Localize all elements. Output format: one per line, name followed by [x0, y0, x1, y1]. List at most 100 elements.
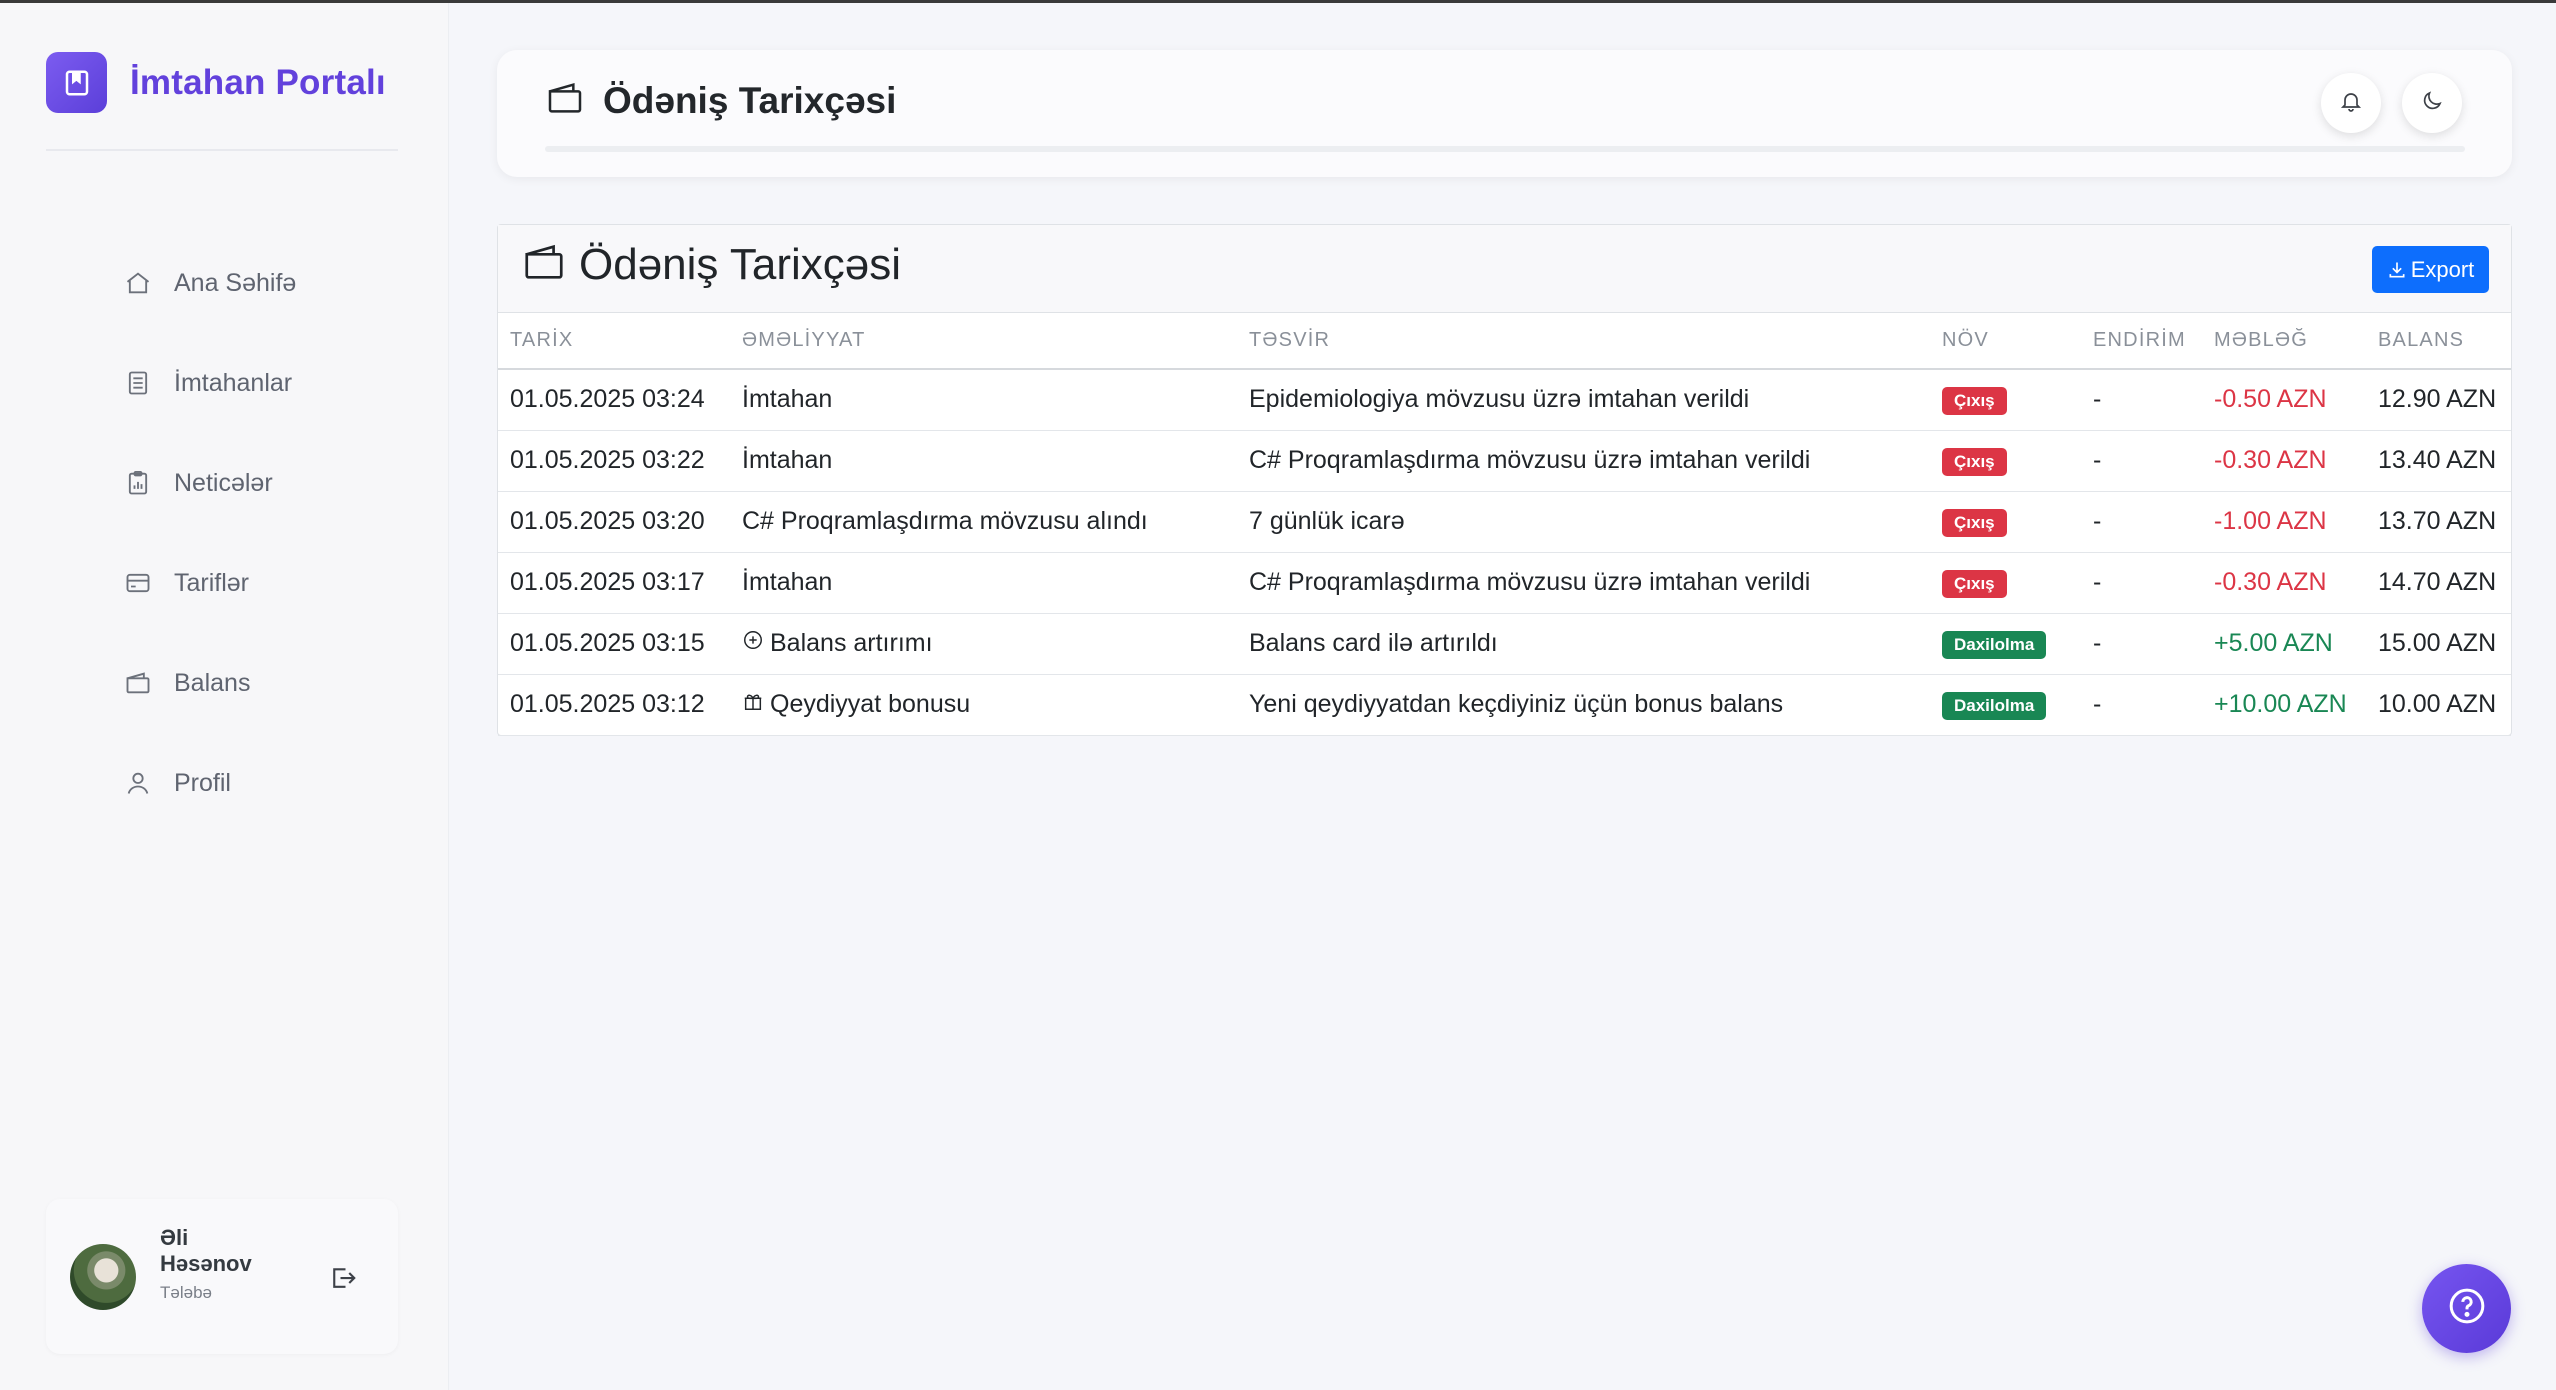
cell-discount: - [2081, 674, 2202, 736]
cell-type: Çıxış [1930, 491, 2081, 553]
cell-description: 7 günlük icarə [1237, 491, 1930, 553]
user-icon [120, 765, 156, 801]
table-row[interactable]: 01.05.2025 03:12 Qeydiyyat bonusu Yeni q… [498, 674, 2511, 736]
cell-balance: 12.90 AZN [2366, 369, 2511, 431]
sidebar-item-label: İmtahanlar [174, 368, 293, 397]
cell-balance: 10.00 AZN [2366, 674, 2511, 736]
sidebar-item-balance[interactable]: Balans [120, 633, 420, 733]
operation-label: Qeydiyyat bonusu [770, 690, 971, 718]
table-row[interactable]: 01.05.2025 03:20 C# Proqramlaşdırma mövz… [498, 491, 2511, 553]
cell-discount: - [2081, 491, 2202, 553]
sidebar: İmtahan Portalı Ana Səhifə İmtahanlar Ne… [0, 3, 449, 1390]
operation-label: İmtahan [742, 385, 833, 414]
cell-amount: +5.00 AZN [2202, 613, 2366, 675]
user-card: Əli Həsənov Tələbə [46, 1199, 398, 1354]
sidebar-item-tariffs[interactable]: Tariflər [120, 533, 420, 633]
cell-date: 01.05.2025 03:12 [498, 674, 730, 736]
cell-description: Epidemiologiya mövzusu üzrə imtahan veri… [1237, 369, 1930, 431]
document-list-icon [120, 365, 156, 401]
cell-amount: -0.50 AZN [2202, 369, 2366, 431]
page-title-group: Ödəniş Tarixçəsi [545, 78, 896, 123]
payment-history-card: Ödəniş Tarixçəsi Export TARİX ƏMƏLİYYAT … [497, 224, 2512, 736]
cell-operation: C# Proqramlaşdırma mövzusu alındı [730, 491, 1237, 553]
plus-circle-icon [742, 629, 770, 658]
type-badge: Daxilolma [1942, 692, 2047, 720]
cell-operation: Balans artırımı [730, 613, 1237, 675]
cell-date: 01.05.2025 03:15 [498, 613, 730, 675]
notifications-button[interactable] [2321, 73, 2381, 133]
type-badge: Çıxış [1942, 387, 2007, 416]
download-icon [2389, 262, 2405, 277]
cell-type: Daxilolma [1930, 613, 2081, 675]
sidebar-item-label: Ana Səhifə [174, 268, 297, 297]
operation-label: Balans artırımı [770, 629, 933, 657]
cell-discount: - [2081, 613, 2202, 675]
wallet-icon [545, 78, 585, 123]
home-icon [120, 265, 156, 301]
app-title: İmtahan Portalı [130, 62, 386, 102]
cell-discount: - [2081, 430, 2202, 492]
cell-amount: -0.30 AZN [2202, 552, 2366, 614]
cell-type: Çıxış [1930, 430, 2081, 492]
sidebar-item-label: Neticələr [174, 468, 273, 497]
sidebar-item-results[interactable]: Neticələr [120, 433, 420, 533]
clipboard-chart-icon [120, 465, 156, 501]
card-title: Ödəniş Tarixçəsi [579, 239, 901, 289]
type-badge: Çıxış [1942, 448, 2007, 476]
column-header-amount[interactable]: MƏBLƏĞ [2202, 313, 2366, 370]
cell-type: Daxilolma [1930, 674, 2081, 736]
cell-date: 01.05.2025 03:24 [498, 369, 730, 431]
column-header-description[interactable]: TƏSVİR [1237, 313, 1930, 370]
theme-toggle-button[interactable] [2402, 73, 2462, 133]
table-row[interactable]: 01.05.2025 03:22 İmtahan C# Proqramlaşdı… [498, 430, 2511, 492]
table-row[interactable]: 01.05.2025 03:24 İmtahan Epidemiologiya … [498, 369, 2511, 431]
question-circle-icon [2447, 1286, 2487, 1331]
table-row[interactable]: 01.05.2025 03:15 Balans artırımı Balans … [498, 613, 2511, 675]
avatar[interactable] [70, 1244, 136, 1310]
help-button[interactable] [2422, 1264, 2511, 1353]
cell-amount: -1.00 AZN [2202, 491, 2366, 553]
cell-type: Çıxış [1930, 552, 2081, 614]
divider [46, 149, 398, 151]
cell-date: 01.05.2025 03:17 [498, 552, 730, 614]
bell-icon [2339, 89, 2363, 118]
card-header: Ödəniş Tarixçəsi Export [498, 225, 2511, 313]
sidebar-item-label: Balans [174, 668, 251, 697]
column-header-type[interactable]: NÖV [1930, 313, 2081, 370]
column-header-discount[interactable]: ENDİRİM [2081, 313, 2202, 370]
cell-balance: 13.40 AZN [2366, 430, 2511, 492]
card-title-group: Ödəniş Tarixçəsi [521, 239, 901, 290]
payment-table: TARİX ƏMƏLİYYAT TƏSVİR NÖV ENDİRİM MƏBLƏ… [498, 313, 2511, 736]
export-button[interactable]: Export [2372, 246, 2489, 293]
logout-icon[interactable] [328, 1263, 358, 1293]
cell-amount: +10.00 AZN [2202, 674, 2366, 736]
sidebar-item-label: Tariflər [174, 568, 250, 597]
column-header-date[interactable]: TARİX [498, 313, 730, 370]
type-badge: Çıxış [1942, 509, 2007, 537]
sidebar-item-profile[interactable]: Profil [120, 733, 420, 833]
sidebar-nav: Ana Səhifə İmtahanlar Neticələr Tariflər… [120, 233, 420, 833]
operation-label: C# Proqramlaşdırma mövzusu alındı [742, 507, 1148, 535]
wallet-icon [521, 239, 567, 290]
sidebar-item-exams[interactable]: İmtahanlar [120, 333, 420, 433]
table-row[interactable]: 01.05.2025 03:17 İmtahan C# Proqramlaşdı… [498, 552, 2511, 614]
cell-type: Çıxış [1930, 369, 2081, 431]
header-progress-bar [545, 146, 2465, 152]
user-last-name: Həsənov [160, 1251, 252, 1276]
book-logo-icon [46, 52, 107, 113]
cell-operation: Qeydiyyat bonusu [730, 674, 1237, 736]
column-header-balance[interactable]: BALANS [2366, 313, 2511, 370]
cell-balance: 13.70 AZN [2366, 491, 2511, 553]
cell-description: Yeni qeydiyyatdan keçdiyiniz üçün bonus … [1237, 674, 1930, 736]
cell-description: C# Proqramlaşdırma mövzusu üzrə imtahan … [1237, 430, 1930, 492]
user-first-name: Əli [160, 1225, 189, 1250]
cell-amount: -0.30 AZN [2202, 430, 2366, 492]
cell-discount: - [2081, 552, 2202, 614]
sidebar-item-home[interactable]: Ana Səhifə [120, 233, 420, 333]
column-header-operation[interactable]: ƏMƏLİYYAT [730, 313, 1237, 370]
page-header: Ödəniş Tarixçəsi [497, 50, 2512, 177]
cell-description: C# Proqramlaşdırma mövzusu üzrə imtahan … [1237, 552, 1930, 614]
brand[interactable]: İmtahan Portalı [46, 52, 386, 113]
credit-card-icon [120, 565, 156, 601]
sidebar-item-label: Profil [174, 768, 231, 797]
